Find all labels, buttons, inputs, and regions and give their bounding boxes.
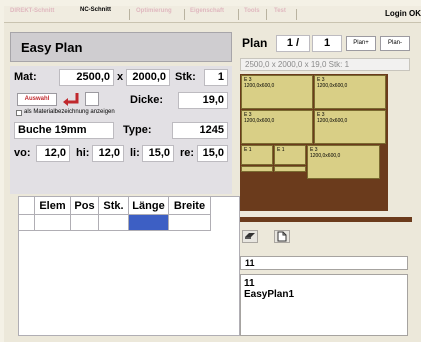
- table-cell-selected[interactable]: [129, 215, 169, 231]
- page-title: Easy Plan: [21, 40, 83, 55]
- tab-optimierung[interactable]: Optimierung: [136, 8, 172, 14]
- description-line: EasyPlan1: [244, 289, 295, 300]
- material-name-field[interactable]: Buche 19mm: [14, 122, 114, 139]
- plan-info: 2500,0 x 2000,0 x 19,0 Stk: 1: [240, 58, 410, 71]
- tab-separator: [129, 9, 130, 20]
- column-header-pos[interactable]: Pos: [71, 197, 99, 215]
- board-dims: 1200,0x600,0: [317, 83, 348, 89]
- title-bar: Easy Plan: [10, 32, 232, 62]
- tab-separator: [238, 9, 239, 20]
- plan-name-field[interactable]: 11: [240, 256, 408, 270]
- tab-nc-schnitt[interactable]: NC-Schnitt: [80, 7, 111, 13]
- tab-test[interactable]: Test: [274, 8, 286, 14]
- left-panel: Easy Plan Mat: 2500,0 x 2000,0 Stk: 1 Au…: [10, 32, 240, 336]
- tab-separator: [296, 9, 297, 20]
- parts-table[interactable]: Elem Pos Stk. Länge Breite: [18, 196, 240, 336]
- board-piece[interactable]: E 3 1200,0x600,0: [314, 75, 386, 109]
- plan-plus-button[interactable]: Plan+: [346, 36, 376, 51]
- tab-bar: DIREKT-Schnitt NC-Schnitt Optimierung Ei…: [4, 6, 421, 23]
- board-piece[interactable]: E 3 1200,0x600,0: [241, 110, 313, 144]
- li-label: li:: [130, 147, 140, 159]
- right-panel: Plan 1 / 1 Plan+ Plan- 2500,0 x 2000,0 x…: [236, 32, 416, 336]
- board-dims: 1200,0x600,0: [244, 83, 275, 89]
- column-header-stk[interactable]: Stk.: [99, 197, 129, 215]
- board-piece[interactable]: E 1: [241, 145, 273, 165]
- tab-eigenschaft[interactable]: Eigenschaft: [190, 8, 224, 14]
- board-piece[interactable]: E 3 1200,0x600,0: [241, 75, 313, 109]
- column-header-laenge[interactable]: Länge: [129, 197, 169, 215]
- row-header[interactable]: [19, 215, 35, 231]
- mat-width-field[interactable]: 2500,0: [59, 69, 114, 86]
- table-cell[interactable]: [35, 215, 71, 231]
- stk-label: Stk:: [175, 71, 196, 83]
- plan-label: Plan: [242, 36, 268, 50]
- plan-current-field[interactable]: 1 /: [276, 35, 310, 52]
- tab-separator: [266, 9, 267, 20]
- tab-direkt-schnitt[interactable]: DIREKT-Schnitt: [10, 8, 54, 14]
- vo-label: vo:: [14, 147, 31, 159]
- x-label: x: [117, 71, 124, 83]
- column-header-elem[interactable]: Elem: [35, 197, 71, 215]
- auswahl-button[interactable]: Auswahl: [17, 93, 57, 106]
- stk-field[interactable]: 1: [204, 69, 228, 86]
- table-cell[interactable]: [71, 215, 99, 231]
- eraser-icon: [245, 233, 255, 239]
- plan-minus-button[interactable]: Plan-: [380, 36, 410, 51]
- return-arrow-icon: [63, 93, 79, 106]
- board-name: E 1: [244, 147, 252, 153]
- new-document-button[interactable]: [274, 230, 290, 243]
- column-header-breite[interactable]: Breite: [169, 197, 211, 215]
- type-label: Type:: [123, 124, 152, 136]
- re-label: re:: [180, 147, 195, 159]
- board-name: E 1: [277, 147, 285, 153]
- tab-separator: [184, 9, 185, 20]
- plan-description-box[interactable]: 11 EasyPlan1: [240, 274, 408, 336]
- hi-field[interactable]: 12,0: [92, 145, 124, 162]
- board-strip[interactable]: [241, 166, 273, 172]
- show-material-label: als Materialbezeichnung anzeigen: [24, 109, 115, 115]
- re-field[interactable]: 15,0: [197, 145, 228, 162]
- board-piece[interactable]: E 1: [274, 145, 306, 165]
- material-strip: [240, 217, 412, 222]
- document-icon: [277, 231, 287, 242]
- hi-label: hi:: [76, 147, 90, 159]
- li-field[interactable]: 15,0: [142, 145, 174, 162]
- eraser-button[interactable]: [242, 230, 258, 243]
- board-piece[interactable]: E 3 1200,0x600,0: [314, 110, 386, 144]
- material-checkbox[interactable]: [85, 92, 99, 106]
- material-form: Mat: 2500,0 x 2000,0 Stk: 1 Auswahl Dick…: [10, 66, 232, 194]
- login-status: Login OK: [385, 9, 421, 18]
- board-strip[interactable]: [274, 166, 306, 172]
- plan-total-field[interactable]: 1: [312, 35, 342, 52]
- plan-header: Plan 1 / 1 Plan+ Plan-: [236, 32, 416, 56]
- board-dims: 1200,0x600,0: [244, 118, 275, 124]
- dicke-field[interactable]: 19,0: [178, 92, 228, 109]
- table-cell[interactable]: [99, 215, 129, 231]
- row-header-corner: [19, 197, 35, 215]
- board-dims: 1200,0x600,0: [310, 153, 341, 159]
- tab-tools[interactable]: Tools: [244, 8, 260, 14]
- board-piece[interactable]: E 3 1200,0x600,0: [307, 145, 380, 179]
- dicke-label: Dicke:: [130, 94, 164, 106]
- mat-height-field[interactable]: 2000,0: [126, 69, 170, 86]
- show-material-checkbox[interactable]: [16, 110, 22, 116]
- mat-label: Mat:: [14, 71, 37, 83]
- cutting-plan-canvas[interactable]: E 3 1200,0x600,0 E 3 1200,0x600,0 E 3 1200,…: [240, 74, 388, 211]
- vo-field[interactable]: 12,0: [36, 145, 70, 162]
- table-cell[interactable]: [169, 215, 211, 231]
- type-field[interactable]: 1245: [172, 122, 228, 139]
- board-dims: 1200,0x600,0: [317, 118, 348, 124]
- description-line: 11: [244, 278, 255, 289]
